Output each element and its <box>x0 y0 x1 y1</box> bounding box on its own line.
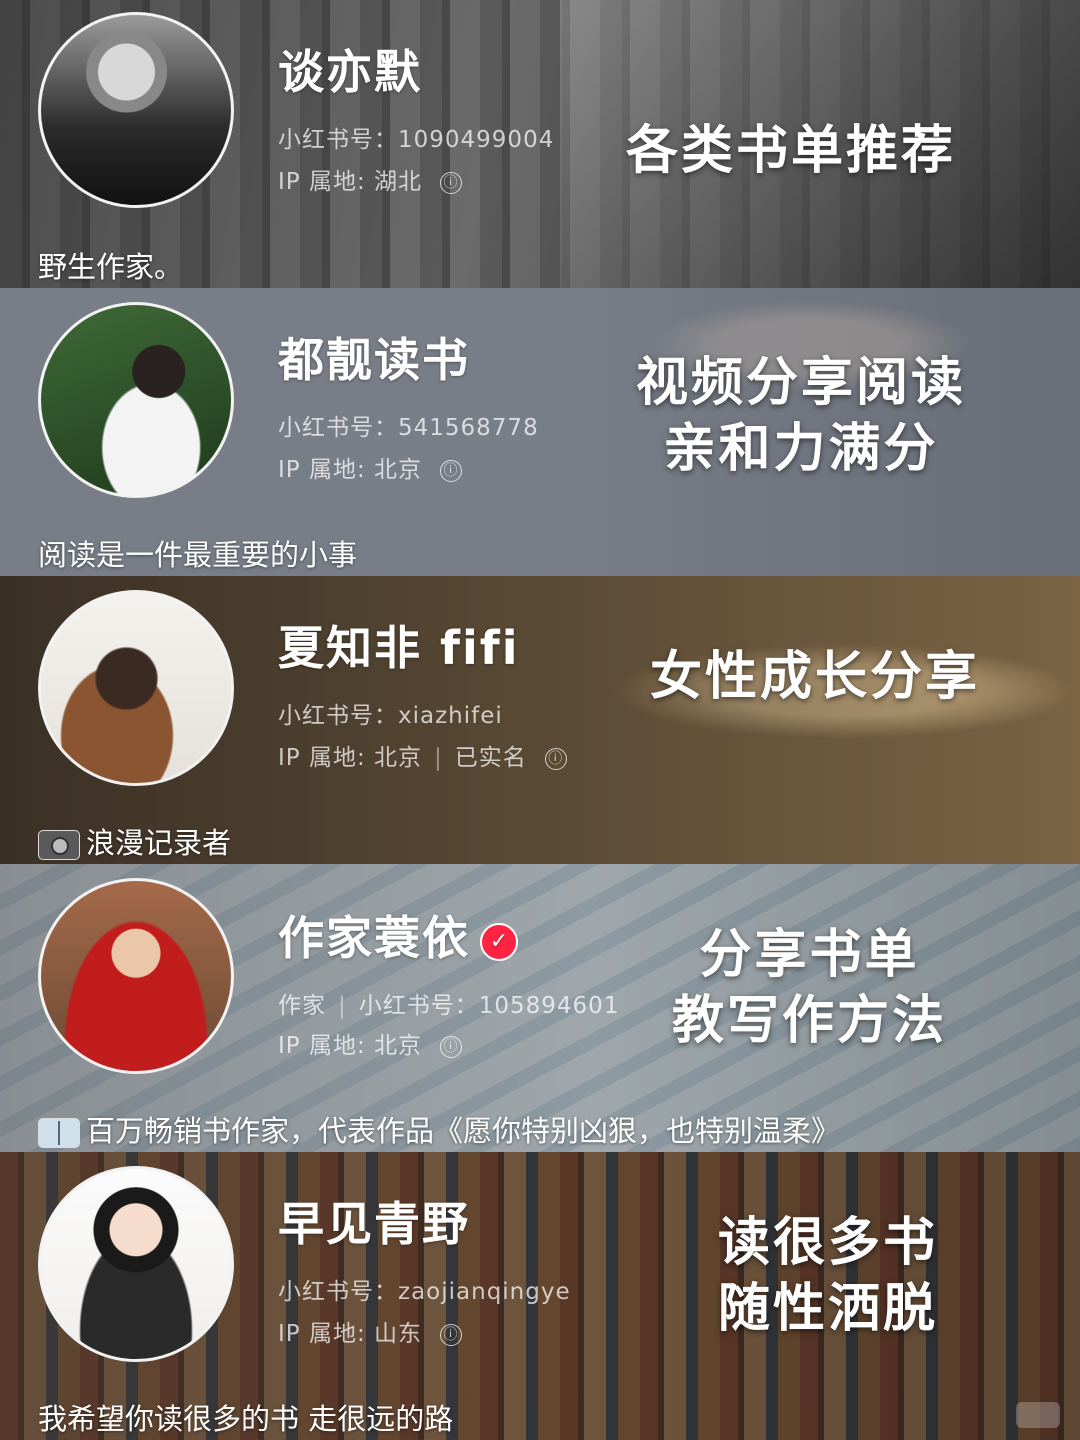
verified-badge-icon: ✓ <box>480 922 518 961</box>
account-id-text: 小红书号：105894601 <box>358 993 620 1019</box>
ip-location: IP 属地: 北京 ⓘ <box>278 1026 463 1060</box>
profile-name: 夏知非 fifi <box>278 621 520 675</box>
profile-card[interactable]: 作家蓑依 ✓ 作家 | 小红书号：105894601 IP 属地: 北京 ⓘ 分享书单 … <box>0 864 1080 1152</box>
ip-location: IP 属地: 北京 ⓘ <box>278 450 463 484</box>
tagline: 分享书单 教写作方法 <box>672 922 947 1054</box>
tagline-line: 亲和力满分 <box>663 418 939 479</box>
tagline-line: 随性洒脱 <box>718 1278 939 1339</box>
avatar[interactable] <box>38 878 234 1074</box>
profile-card[interactable]: 早见青野 小红书号：zaojianqingye IP 属地: 山东 ⓘ 读很多书 … <box>0 1152 1080 1440</box>
ip-location: IP 属地: 北京 | 已实名 ⓘ <box>278 738 567 772</box>
account-id: 小红书号：541568778 <box>278 415 539 441</box>
ip-location-text: IP 属地: 北京 <box>278 745 423 771</box>
profile-name-text: 作家蓑依 <box>278 911 470 965</box>
tagline-line: 分享书单 <box>699 924 920 985</box>
account-id: 作家 | 小红书号：105894601 <box>278 986 619 1020</box>
profile-name: 早见青野 <box>278 1197 470 1251</box>
info-icon[interactable]: ⓘ <box>440 1323 463 1346</box>
bio-text: 百万畅销书作家，代表作品《愿你特别凶狠，也特别温柔》 <box>86 1114 841 1148</box>
tagline-line: 读很多书 <box>718 1212 939 1273</box>
bio: 我希望你读很多的书 走很远的路 <box>38 1402 454 1436</box>
book-icon <box>38 1118 80 1148</box>
tagline: 各类书单推荐 <box>626 118 956 184</box>
ip-location-text: IP 属地: 山东 <box>278 1321 423 1347</box>
tagline-line: 各类书单推荐 <box>626 120 957 181</box>
ip-location-text: IP 属地: 北京 <box>278 1033 423 1059</box>
bio: 野生作家。 <box>38 250 184 284</box>
info-icon[interactable]: ⓘ <box>440 459 463 482</box>
verified-realname: 已实名 <box>454 745 527 771</box>
info-icon[interactable]: ⓘ <box>544 747 567 770</box>
account-id: 小红书号：zaojianqingye <box>278 1279 571 1305</box>
bio: 阅读是一件最重要的小事 <box>38 538 358 572</box>
separator: | <box>434 745 443 771</box>
bio: 百万畅销书作家，代表作品《愿你特别凶狠，也特别温柔》 <box>38 1108 840 1150</box>
profile-name: 都靓读书 <box>278 333 470 387</box>
tagline-line: 教写作方法 <box>672 990 948 1051</box>
ip-location-text: IP 属地: 北京 <box>278 457 423 483</box>
avatar[interactable] <box>38 12 234 208</box>
profile-card[interactable]: 夏知非 fifi 小红书号：xiazhifei IP 属地: 北京 | 已实名 ⓘ 女… <box>0 576 1080 864</box>
tagline: 女性成长分享 <box>650 644 980 710</box>
ip-location: IP 属地: 山东 ⓘ <box>278 1314 463 1348</box>
tagline: 视频分享阅读 亲和力满分 <box>636 350 966 482</box>
profile-name: 作家蓑依 ✓ <box>278 902 518 968</box>
bio-text: 浪漫记录者 <box>86 826 232 860</box>
bio: 浪漫记录者 <box>38 820 231 862</box>
tagline-line: 女性成长分享 <box>650 646 981 707</box>
profile-name: 谈亦默 <box>278 45 422 99</box>
account-id: 小红书号：xiazhifei <box>278 703 503 729</box>
role-label: 作家 <box>278 993 326 1019</box>
avatar[interactable] <box>38 1166 234 1362</box>
profile-card[interactable]: 都靓读书 小红书号：541568778 IP 属地: 北京 ⓘ 视频分享阅读 亲和… <box>0 288 1080 576</box>
tagline: 读很多书 随性洒脱 <box>718 1210 938 1342</box>
separator: | <box>338 993 347 1019</box>
profile-card[interactable]: 谈亦默 小红书号：1090499004 IP 属地: 湖北 ⓘ 各类书单推荐 野生… <box>0 0 1080 288</box>
avatar[interactable] <box>38 302 234 498</box>
account-id: 小红书号：1090499004 <box>278 127 555 153</box>
info-icon[interactable]: ⓘ <box>440 171 463 194</box>
tagline-line: 视频分享阅读 <box>636 352 967 413</box>
info-icon[interactable]: ⓘ <box>440 1035 463 1058</box>
ip-location-text: IP 属地: 湖北 <box>278 169 423 195</box>
camera-icon <box>38 830 80 860</box>
watermark <box>1016 1402 1060 1428</box>
ip-location: IP 属地: 湖北 ⓘ <box>278 162 463 196</box>
avatar[interactable] <box>38 590 234 786</box>
